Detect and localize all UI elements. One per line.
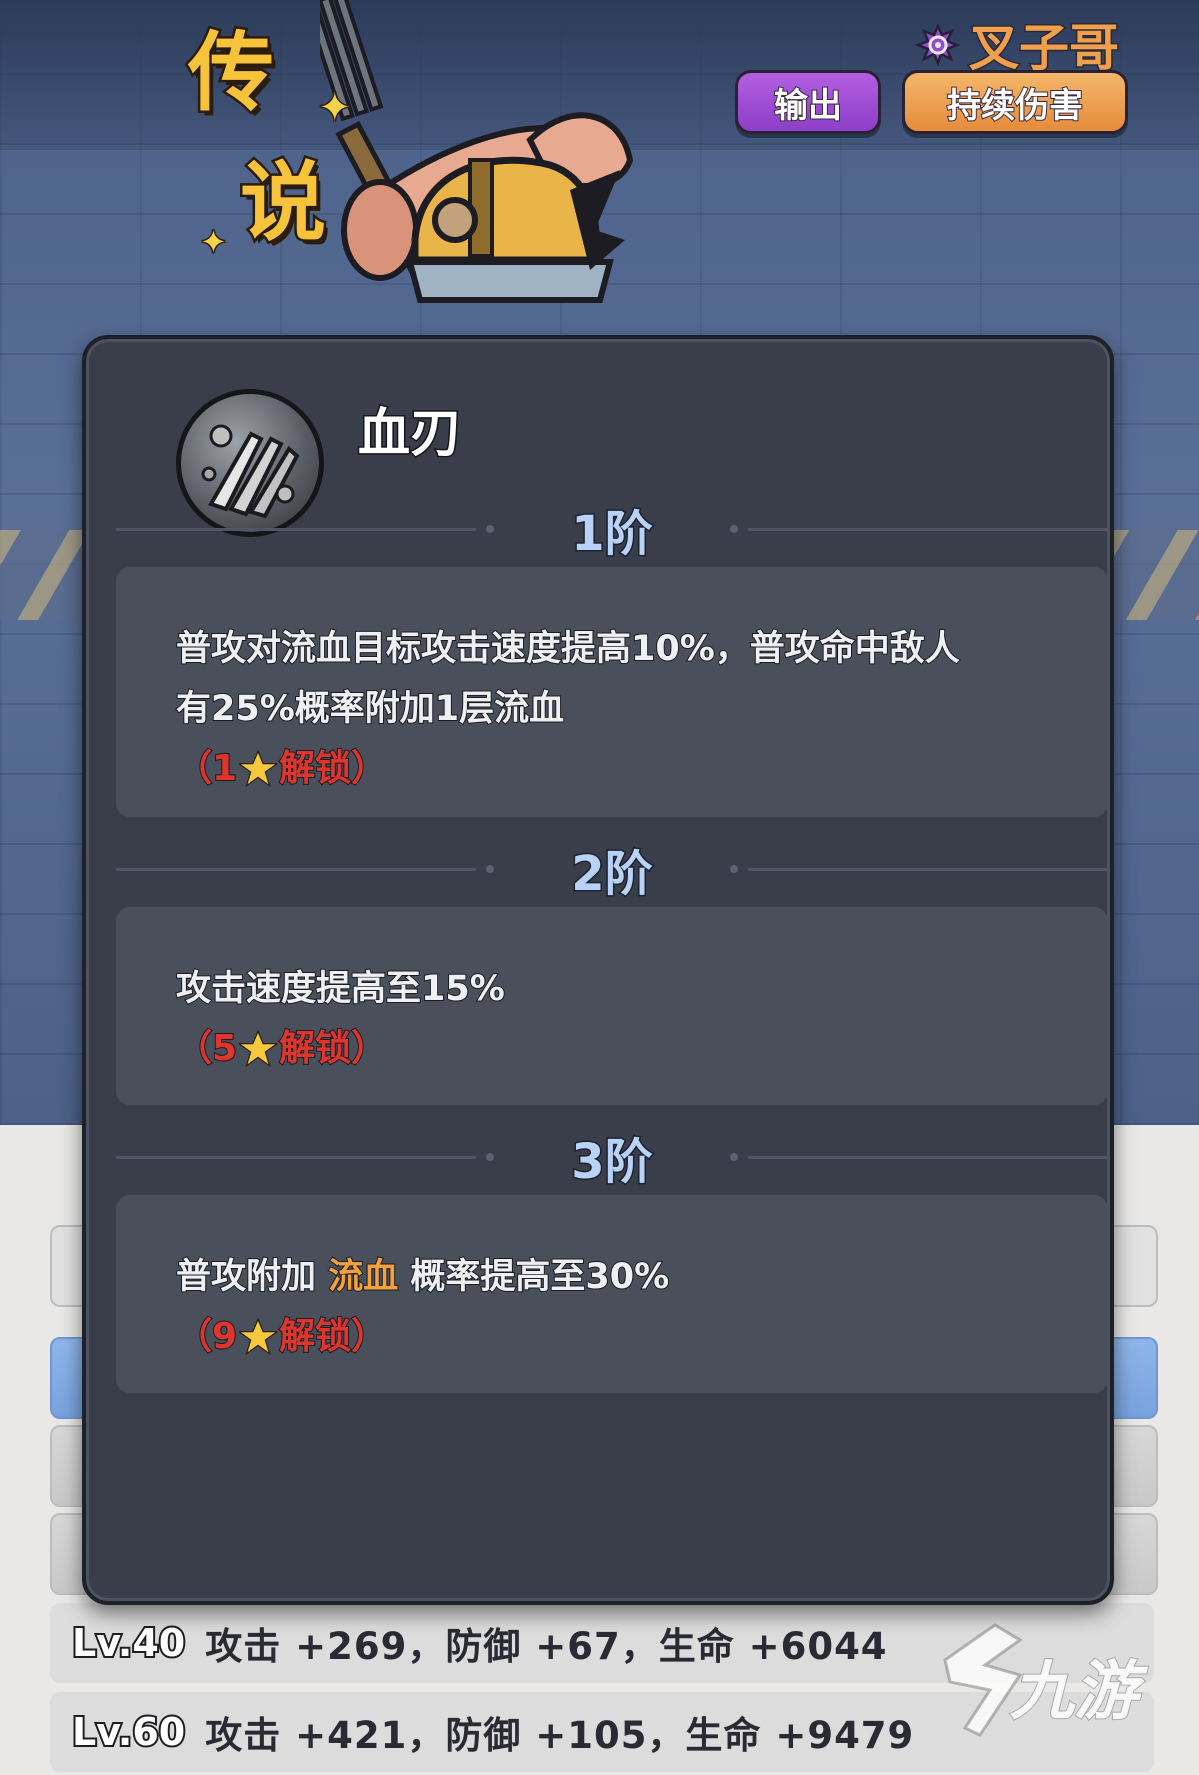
unlock-requirement: （5 解锁） [175,1019,1048,1079]
swirl-icon [915,22,961,67]
divider [116,1156,476,1159]
tier-label: 2阶 [570,845,654,904]
legend-rarity-badge: 传 [186,23,277,123]
level-bonus-text: 攻击 +269，防御 +67，生命 +6044 [205,1625,888,1668]
star-icon [239,750,278,788]
divider [748,528,1108,531]
skill-dialog-body: 血刃 1阶 普攻对流血目标攻击速度提高10%，普攻命中敌人 有25%概率附加1层… [96,349,1108,1591]
tier-label: 3阶 [570,1133,654,1192]
sparkle-icon: ✦ [317,85,353,131]
tier-1-box: 普攻对流血目标攻击速度提高10%，普攻命中敌人 有25%概率附加1层流血 （1 … [116,567,1108,817]
divider-dot [730,525,738,533]
tier-1-header: 1阶 [116,499,1108,564]
divider [116,868,476,871]
tier-label: 1阶 [570,505,654,564]
divider [116,528,476,531]
star-icon [239,1318,278,1356]
level-bonus-text: 攻击 +421，防御 +105，生命 +9479 [205,1714,915,1757]
star-icon [239,1030,278,1068]
tier-3-header: 3阶 [116,1127,1108,1192]
tier-description: 普攻对流血目标攻击速度提高10%，普攻命中敌人 [175,628,961,670]
unlock-requirement: （9 解锁） [175,1307,1048,1367]
divider-dot [486,1153,494,1161]
unlock-stars-count: （5 [175,1027,238,1070]
divider-dot [486,865,494,873]
divider-dot [730,865,738,873]
tier-2-header: 2阶 [116,839,1108,904]
watermark-text: 九游 [1009,1654,1139,1730]
divider [748,1156,1108,1159]
tier-description: 攻击速度提高至15% [175,968,506,1010]
tier-description: 有25%概率附加1层流血 [175,688,565,730]
tier-description: 普攻附加 流血 概率提高至30% [175,1247,1048,1307]
tier-3-box: 普攻附加 流血 概率提高至30% （9 解锁） [116,1195,1108,1393]
tier-2-box: 攻击速度提高至15% （5 解锁） [116,907,1108,1105]
tag-output[interactable]: 输出 [735,70,881,134]
level-label: Lv.60 [70,1708,187,1756]
unlock-label: 解锁） [278,747,388,790]
unlock-label: 解锁） [278,1315,388,1358]
unlock-stars-count: （1 [175,747,238,790]
divider [748,868,1108,871]
bleed-keyword[interactable]: 流血 [327,1256,399,1298]
unlock-label: 解锁） [278,1027,388,1070]
unlock-requirement: （1 解锁） [175,739,1048,799]
tag-damage-over-time[interactable]: 持续伤害 [902,70,1128,134]
unlock-stars-count: （9 [175,1315,238,1358]
hero-portrait [320,0,634,303]
desc-prefix: 普攻附加 [175,1256,317,1298]
skill-title: 血刃 [356,403,463,466]
legend-rarity-badge-2: 说 [238,153,329,253]
skill-detail-dialog[interactable]: 血刃 1阶 普攻对流血目标攻击速度提高10%，普攻命中敌人 有25%概率附加1层… [82,335,1114,1605]
sparkle-icon-small: ✦ [199,223,229,261]
divider-dot [486,525,494,533]
desc-suffix: 概率提高至30% [409,1256,670,1298]
level-label: Lv.40 [70,1619,187,1667]
divider-dot [730,1153,738,1161]
